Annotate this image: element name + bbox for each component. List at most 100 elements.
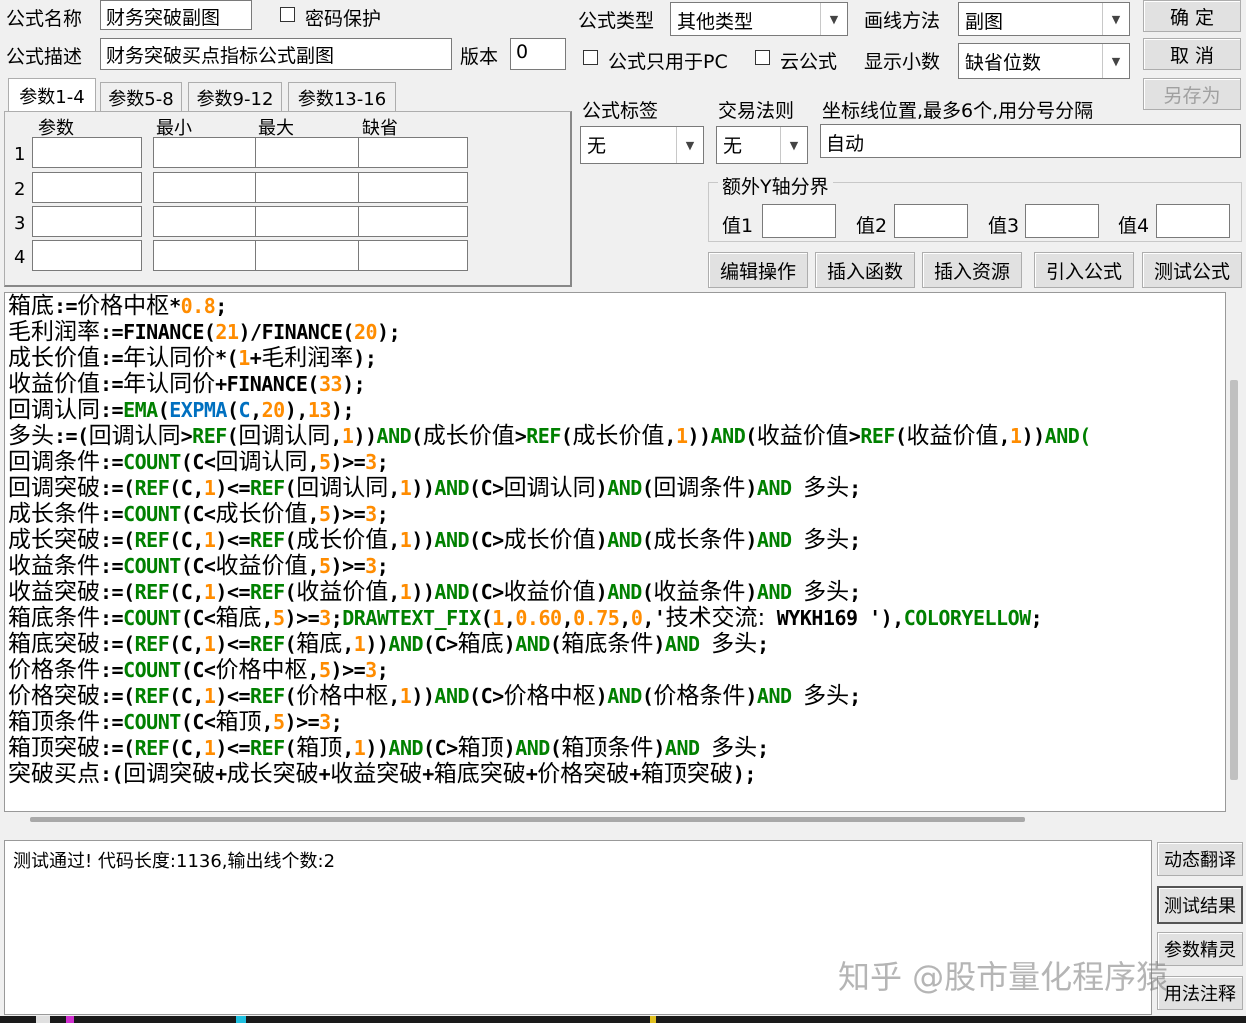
code-token: ; <box>849 684 861 708</box>
test-formula-button[interactable]: 测试公式 <box>1142 252 1242 288</box>
code-token: , <box>503 606 516 630</box>
insert-function-button[interactable]: 插入函数 <box>815 252 915 288</box>
tab-params-9-12[interactable]: 参数9-12 <box>188 82 282 112</box>
tag-select[interactable]: 无 ▼ <box>580 126 704 164</box>
code-token: 多头 <box>803 527 850 553</box>
param-cell[interactable] <box>358 137 468 168</box>
code-token: AND <box>388 632 424 656</box>
code-token: > <box>514 424 527 448</box>
param-cell[interactable] <box>153 206 263 237</box>
formula-type-select[interactable]: 其他类型 ▼ <box>670 2 848 36</box>
param-cell[interactable] <box>32 137 142 168</box>
password-checkbox[interactable] <box>280 7 295 22</box>
code-token: 13 <box>307 398 332 422</box>
formula-name-input[interactable]: 财务突破副图 <box>100 0 252 30</box>
decimals-select[interactable]: 缺省位数 ▼ <box>958 43 1130 79</box>
code-token: , <box>250 398 262 422</box>
code-token: 33 <box>318 372 343 396</box>
code-line: 箱顶条件:=COUNT(C<箱顶,5)>=3; <box>8 709 343 735</box>
code-token: (C> <box>423 736 458 760</box>
code-token: 1 <box>399 580 412 604</box>
code-token: , <box>388 580 400 604</box>
code-token: ( <box>641 580 654 604</box>
trade-rule-label: 交易法则 <box>718 100 795 122</box>
code-token: ; <box>215 294 227 318</box>
code-token: ( <box>411 424 423 448</box>
param-cell[interactable] <box>358 172 468 203</box>
param-cell[interactable] <box>153 240 263 271</box>
code-token: * <box>169 294 181 318</box>
tab-params-13-16[interactable]: 参数13-16 <box>288 82 396 112</box>
code-token: ) <box>653 632 665 656</box>
draw-method-select[interactable]: 副图 ▼ <box>958 2 1130 36</box>
code-token: COUNT <box>123 606 181 630</box>
code-token: AND <box>664 632 712 656</box>
code-token: +FINANCE( <box>215 372 319 396</box>
formula-desc-input[interactable]: 财务突破买点指标公式副图 <box>100 38 452 70</box>
test-output-text: 测试通过! 代码长度:1136,输出线个数:2 <box>13 851 336 872</box>
param-cell[interactable] <box>255 240 365 271</box>
code-token: 箱顶 <box>296 735 343 761</box>
code-token: := <box>100 398 124 422</box>
cloud-checkbox[interactable] <box>755 50 770 65</box>
param-cell[interactable] <box>153 172 263 203</box>
horizontal-scrollbar[interactable] <box>30 817 1025 822</box>
param-cell[interactable] <box>358 206 468 237</box>
insert-resource-button[interactable]: 插入资源 <box>922 252 1022 288</box>
code-token: 箱顶 <box>215 709 262 735</box>
code-token: EMA <box>123 398 158 422</box>
param-cell[interactable] <box>358 240 468 271</box>
code-token: 1 <box>203 736 216 760</box>
code-token: 收益价值 <box>215 553 308 579</box>
pc-only-checkbox[interactable] <box>583 50 598 65</box>
tab-params-5-8[interactable]: 参数5-8 <box>100 82 182 112</box>
code-token: :=( <box>100 736 135 760</box>
trade-rule-value: 无 <box>723 135 743 157</box>
param-wizard-button[interactable]: 参数精灵 <box>1157 932 1243 966</box>
code-editor[interactable]: 箱底:=价格中枢*0.8; 毛利润率:=FINANCE(21)/FINANCE(2… <box>4 292 1226 812</box>
param-cell[interactable] <box>255 172 365 203</box>
code-token: REF <box>134 580 170 604</box>
code-token: (C, <box>169 476 204 500</box>
code-token: > <box>848 424 861 448</box>
code-token: 多头 <box>803 475 850 501</box>
y-value4-input[interactable] <box>1156 204 1230 238</box>
code-token: 20 <box>261 398 286 422</box>
version-input[interactable]: 0 <box>510 38 566 70</box>
import-formula-button[interactable]: 引入公式 <box>1034 252 1134 288</box>
param-cell[interactable] <box>32 172 142 203</box>
code-token: 成长价值 <box>572 423 665 449</box>
param-cell[interactable] <box>153 137 263 168</box>
vertical-scrollbar[interactable] <box>1230 380 1238 780</box>
y-value3-input[interactable] <box>1025 204 1099 238</box>
code-token: 20 <box>353 320 378 344</box>
chevron-down-icon: ▼ <box>820 3 847 35</box>
strip-mark <box>236 1016 246 1023</box>
code-token: ( <box>641 476 654 500</box>
code-token: := <box>100 554 124 578</box>
trade-rule-select[interactable]: 无 ▼ <box>716 126 808 164</box>
y-value2-input[interactable] <box>894 204 968 238</box>
tab-params-1-4[interactable]: 参数1-4 <box>8 78 96 112</box>
dynamic-translate-button[interactable]: 动态翻译 <box>1157 842 1243 876</box>
code-token: 多头 <box>711 631 758 657</box>
axis-input[interactable]: 自动 <box>820 124 1241 158</box>
param-cell[interactable] <box>255 137 365 168</box>
code-token: 0.8 <box>180 294 216 318</box>
param-cell[interactable] <box>32 240 142 271</box>
test-result-button[interactable]: 测试结果 <box>1157 886 1243 924</box>
usage-notes-button[interactable]: 用法注释 <box>1157 976 1243 1010</box>
code-token: COLORYELLOW <box>903 606 1031 630</box>
y-value1-input[interactable] <box>762 204 836 238</box>
code-token: 1 <box>353 736 366 760</box>
ok-button[interactable]: 确 定 <box>1143 0 1241 32</box>
cancel-button[interactable]: 取 消 <box>1143 38 1241 70</box>
code-token: 3 <box>365 658 377 682</box>
edit-ops-button[interactable]: 编辑操作 <box>708 252 808 288</box>
param-cell[interactable] <box>255 206 365 237</box>
param-cell[interactable] <box>32 206 142 237</box>
save-as-button[interactable]: 另存为 <box>1143 78 1241 110</box>
code-token: 成长价值 <box>422 423 515 449</box>
code-token: (C, <box>169 632 204 656</box>
code-token: ( <box>284 684 297 708</box>
